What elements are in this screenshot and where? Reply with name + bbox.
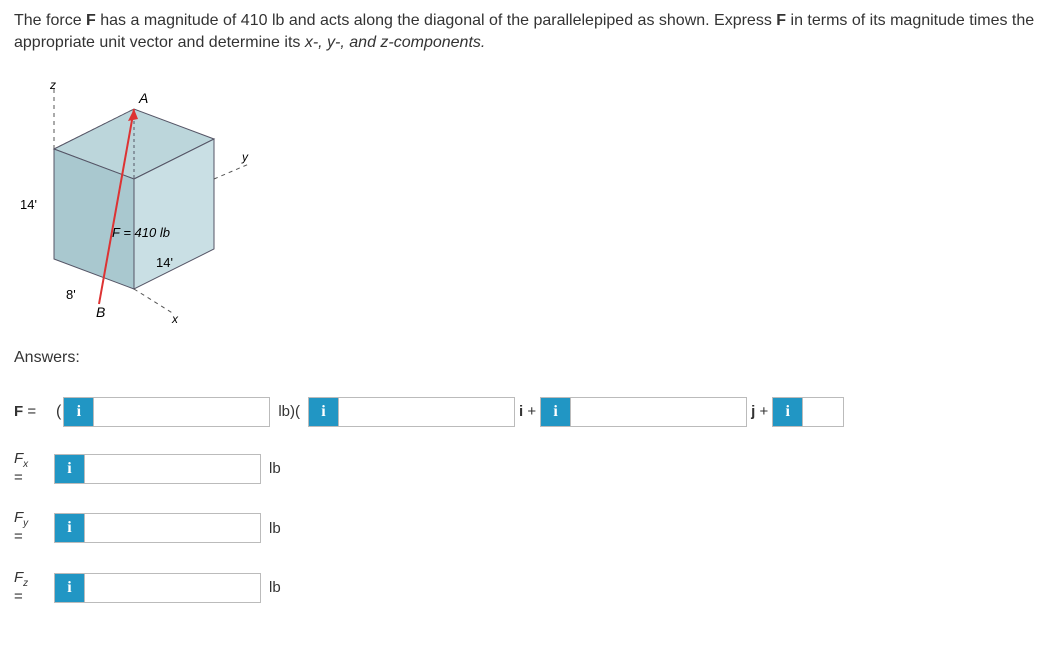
input-Fx[interactable]: i [54, 454, 261, 484]
x-axis-label: x [171, 312, 179, 326]
force-label: F = 410 lb [112, 225, 170, 240]
field-Fx[interactable] [85, 455, 260, 483]
field-F-magnitude[interactable] [94, 398, 269, 426]
info-icon[interactable]: i [55, 455, 85, 483]
z-axis-label: z [49, 79, 56, 92]
answer-row-Fy: Fy = i lb [14, 510, 1041, 546]
y-axis-label: y [241, 150, 249, 164]
problem-statement: The force F has a magnitude of 410 lb an… [14, 10, 1041, 55]
info-icon[interactable]: i [55, 574, 85, 602]
input-unit-i[interactable]: i [308, 397, 515, 427]
input-unit-k[interactable]: i [772, 397, 844, 427]
dim-14-horizontal: 14' [156, 255, 173, 270]
field-Fz[interactable] [85, 574, 260, 602]
input-Fz[interactable]: i [54, 573, 261, 603]
info-icon[interactable]: i [309, 398, 339, 426]
info-icon[interactable]: i [773, 398, 803, 426]
vertex-B-label: B [96, 304, 105, 320]
info-icon[interactable]: i [55, 514, 85, 542]
vertex-A-label: A [138, 90, 148, 106]
info-icon[interactable]: i [541, 398, 571, 426]
input-unit-j[interactable]: i [540, 397, 747, 427]
figure-parallelepiped: z A y B x 14' 14' 8' F = 410 lb [14, 79, 254, 329]
answers-heading: Answers: [14, 349, 1041, 367]
answer-row-F: F = ( i lb)( i i + i j + i [14, 397, 1041, 427]
input-F-magnitude[interactable]: i [63, 397, 270, 427]
answer-row-Fz: Fz = i lb [14, 570, 1041, 606]
field-Fy[interactable] [85, 514, 260, 542]
info-icon[interactable]: i [64, 398, 94, 426]
field-unit-j[interactable] [571, 398, 746, 426]
field-unit-i[interactable] [339, 398, 514, 426]
dim-14-vertical: 14' [20, 197, 37, 212]
field-unit-k[interactable] [803, 398, 843, 426]
answer-row-Fx: Fx = i lb [14, 451, 1041, 487]
input-Fy[interactable]: i [54, 513, 261, 543]
dim-8: 8' [66, 287, 76, 302]
